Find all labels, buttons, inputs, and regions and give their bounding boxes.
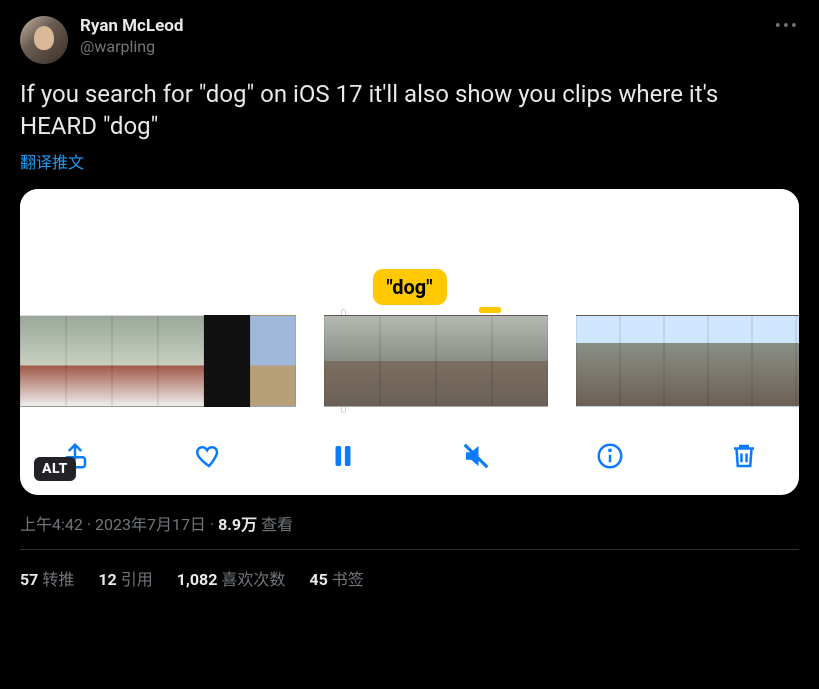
video-thumbnail[interactable] [576,315,620,407]
clip-group-1[interactable] [20,315,296,411]
bookmarks-stat[interactable]: 45书签 [309,566,363,590]
user-block[interactable]: Ryan McLeod @warpling [80,16,183,57]
quotes-stat[interactable]: 12引用 [98,566,152,590]
video-timeline[interactable] [20,315,799,411]
video-thumbnail[interactable] [664,315,708,407]
video-thumbnail[interactable] [380,315,436,407]
video-thumbnail[interactable] [708,315,752,407]
video-thumbnail[interactable] [796,315,799,407]
video-thumbnail[interactable] [436,315,492,407]
likes-stat[interactable]: 1,082喜欢次数 [177,566,286,590]
mute-button[interactable] [459,439,493,473]
video-thumbnail[interactable] [324,315,380,407]
video-thumbnail[interactable] [204,315,250,407]
tweet-meta: 上午4:42 · 2023年7月17日 · 8.9万 查看 [20,511,799,535]
delete-button[interactable] [727,439,761,473]
video-thumbnail[interactable] [492,315,548,407]
user-handle: @warpling [80,37,183,57]
media-toolbar [20,411,799,481]
retweets-stat[interactable]: 57转推 [20,566,74,590]
translate-link[interactable]: 翻译推文 [20,149,84,173]
heart-icon [194,441,224,471]
tweet-date[interactable]: 2023年7月17日 [95,515,206,534]
avatar[interactable] [20,16,68,64]
pause-button[interactable] [326,439,360,473]
views-count: 8.9万 [218,515,257,534]
clip-group-3[interactable] [576,315,799,411]
tweet-text: If you search for "dog" on iOS 17 it'll … [20,78,799,143]
video-thumbnail[interactable] [620,315,664,407]
like-button[interactable] [192,439,226,473]
info-button[interactable] [593,439,627,473]
views-label: 查看 [257,515,293,534]
alt-badge[interactable]: ALT [34,457,76,481]
tweet-stats: 57转推 12引用 1,082喜欢次数 45书签 [20,550,799,590]
video-thumbnail[interactable] [158,315,204,407]
search-term-tooltip: "dog" [372,269,446,305]
tooltip-marker [479,307,501,313]
tweet: Ryan McLeod @warpling ••• If you search … [0,0,819,602]
pause-icon [328,441,358,471]
video-thumbnail[interactable] [250,315,296,407]
video-thumbnail[interactable] [20,315,66,407]
tweet-header: Ryan McLeod @warpling ••• [20,16,799,64]
media-whitespace [20,189,799,265]
video-thumbnail[interactable] [752,315,796,407]
speaker-muted-icon [461,441,491,471]
display-name: Ryan McLeod [80,16,183,37]
clip-group-2[interactable] [324,315,548,411]
more-options-button[interactable]: ••• [775,16,799,37]
video-thumbnail[interactable] [112,315,158,407]
video-thumbnail[interactable] [66,315,112,407]
tweet-media[interactable]: "dog" [20,189,799,495]
tweet-time[interactable]: 上午4:42 [20,515,83,534]
trash-icon [729,441,759,471]
info-icon [595,441,625,471]
